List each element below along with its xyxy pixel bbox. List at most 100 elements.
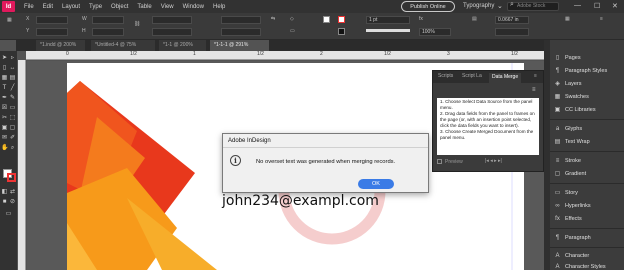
dock-swatches[interactable]: ▦ Swatches — [550, 91, 624, 103]
y-field[interactable] — [36, 28, 68, 36]
flip-icon[interactable]: ⇆ — [271, 16, 275, 22]
data-merge-panel: Scripts Script La Data Merge ≡ ≡ 1. Choo… — [432, 70, 544, 172]
tab-data-merge[interactable]: Data Merge — [489, 73, 522, 83]
ruler-mark: 1 — [193, 51, 196, 57]
screen-mode-icon[interactable]: ▭ — [5, 211, 12, 218]
tab-doc-1[interactable]: *1.indd @ 200% — [36, 40, 86, 51]
opacity-field[interactable]: 100% — [419, 28, 451, 36]
menu-edit[interactable]: Edit — [43, 4, 53, 10]
gap-tool-icon[interactable]: ↔ — [9, 65, 16, 72]
gradient-feather-icon[interactable]: ▢ — [9, 125, 16, 132]
grid-icon[interactable]: ▦ — [565, 16, 570, 22]
direct-selection-tool-icon[interactable]: ▹ — [9, 55, 16, 62]
ok-button[interactable]: OK — [358, 179, 394, 189]
frame-grid-icon[interactable]: ▤ — [9, 75, 16, 82]
fx-icon[interactable]: fx — [419, 16, 423, 22]
tab-doc-2[interactable]: *Untitled-4 @ 75% — [91, 40, 156, 51]
maximize-icon[interactable]: ☐ — [594, 2, 600, 10]
scale-y-field[interactable] — [152, 28, 192, 36]
rotate-field[interactable] — [221, 16, 261, 24]
stroke-color-box[interactable] — [7, 173, 16, 182]
page-tool-icon[interactable]: ▯ — [1, 65, 8, 72]
dock-story[interactable]: ▭ Story — [550, 187, 624, 199]
menu-type[interactable]: Type — [89, 4, 102, 10]
close-icon[interactable]: ✕ — [612, 2, 618, 10]
shear-field[interactable] — [221, 28, 261, 36]
rectangle-frame-tool-icon[interactable]: ☒ — [1, 105, 8, 112]
publish-online-button[interactable]: Publish Online — [401, 1, 455, 12]
line-tool-icon[interactable]: ╱ — [9, 85, 16, 92]
free-transform-tool-icon[interactable]: ⬚ — [9, 115, 16, 122]
dock-paragraph[interactable]: ¶ Paragraph — [550, 232, 624, 244]
menu-file[interactable]: File — [24, 4, 34, 10]
dock-gradient[interactable]: ▢ Gradient — [550, 168, 624, 180]
measure-field[interactable]: 0.0667 in — [495, 16, 529, 24]
selection-tool-icon[interactable]: ➤ — [1, 55, 8, 62]
menu-window[interactable]: Window — [183, 4, 204, 10]
rectangle-tool-icon[interactable]: ▭ — [9, 105, 16, 112]
select-container-icon[interactable]: ◇ — [290, 16, 294, 22]
swap-colors-icon[interactable]: ⇄ — [9, 189, 16, 196]
pencil-tool-icon[interactable]: ✎ — [9, 95, 16, 102]
stroke-type-selector[interactable] — [366, 29, 410, 32]
layers-icon: ◈ — [555, 80, 560, 87]
reference-point-icon[interactable]: ▦ — [7, 17, 12, 23]
preview-checkbox[interactable] — [437, 159, 442, 164]
default-colors-icon[interactable]: ◧ — [1, 189, 8, 196]
pen-tool-icon[interactable]: ✒ — [1, 95, 8, 102]
horizontal-ruler: 0 1/2 1 1/2 2 1/2 3 1/2 — [26, 51, 544, 60]
dock-hyperlinks[interactable]: ∞ Hyperlinks — [550, 200, 624, 212]
dock-paragraph-styles[interactable]: ¶ Paragraph Styles — [550, 65, 624, 77]
wrap-icon[interactable]: ▤ — [472, 16, 477, 22]
minimize-icon[interactable]: — — [574, 2, 581, 9]
panel-options-icon[interactable]: ≡ — [532, 87, 536, 93]
note-tool-icon[interactable]: ✉ — [1, 135, 8, 142]
menu-layout[interactable]: Layout — [62, 4, 80, 10]
content-collector-icon[interactable]: ▦ — [1, 75, 8, 82]
type-tool-icon[interactable]: T — [1, 85, 8, 92]
constrain-icon[interactable]: ⛓ — [134, 21, 140, 27]
dock-layers[interactable]: ◈ Layers — [550, 78, 624, 90]
dock-character-styles[interactable]: A Character Styles — [550, 261, 624, 270]
tab-scripts[interactable]: Scripts — [438, 73, 453, 79]
dock-effects[interactable]: fx Effects — [550, 213, 624, 225]
dock-pages[interactable]: ▯ Pages — [550, 52, 624, 64]
menu-help[interactable]: Help — [213, 4, 225, 10]
tab-script-label[interactable]: Script La — [462, 73, 482, 79]
x-field[interactable] — [36, 16, 68, 24]
adobe-stock-search-input[interactable]: Adobe Stock — [507, 2, 559, 11]
stroke-weight-field[interactable]: 1 pt — [366, 16, 410, 24]
record-nav[interactable]: |◂ ◂ ▸ ▸| — [485, 158, 502, 164]
dock-stroke[interactable]: ≡ Stroke — [550, 155, 624, 167]
auto-fit-field[interactable] — [495, 28, 529, 36]
stroke-color-swatch[interactable] — [338, 28, 345, 35]
height-field[interactable] — [92, 28, 124, 36]
scissors-tool-icon[interactable]: ✂ — [1, 115, 8, 122]
cc-libraries-icon: ▣ — [554, 106, 561, 113]
width-field[interactable] — [92, 16, 124, 24]
tab-doc-active[interactable]: *1-1-1 @ 291% — [210, 40, 270, 51]
apply-color-icon[interactable]: ■ — [1, 199, 8, 206]
apply-none-icon[interactable]: ⊘ — [9, 199, 16, 206]
chevron-down-icon[interactable]: ⌄ — [497, 2, 503, 10]
stroke-swatch[interactable] — [338, 16, 345, 23]
dock-divider — [550, 183, 624, 184]
workspace-switcher[interactable]: Typography — [463, 3, 494, 9]
dock-cc-libraries[interactable]: ▣ CC Libraries — [550, 104, 624, 116]
tab-doc-3[interactable]: *1-1 @ 200% — [159, 40, 207, 51]
zoom-tool-icon[interactable]: ⌕ — [9, 145, 16, 152]
menu-object[interactable]: Object — [111, 4, 128, 10]
fill-swatch[interactable] — [323, 16, 330, 23]
select-content-icon[interactable]: ▭ — [290, 28, 295, 34]
eyedropper-tool-icon[interactable]: ✐ — [9, 135, 16, 142]
menu-view[interactable]: View — [161, 4, 174, 10]
menu-table[interactable]: Table — [137, 4, 151, 10]
panel-menu-icon[interactable]: ≡ — [600, 16, 603, 22]
dock-text-wrap[interactable]: ▤ Text Wrap — [550, 136, 624, 148]
hand-tool-icon[interactable]: ✋ — [1, 145, 8, 152]
panel-menu-icon[interactable]: ≡ — [534, 73, 537, 79]
merged-email-text[interactable]: john234@exampl.com — [222, 193, 379, 209]
gradient-tool-icon[interactable]: ▣ — [1, 125, 8, 132]
dock-glyphs[interactable]: a Glyphs — [550, 123, 624, 135]
scale-x-field[interactable] — [152, 16, 192, 24]
